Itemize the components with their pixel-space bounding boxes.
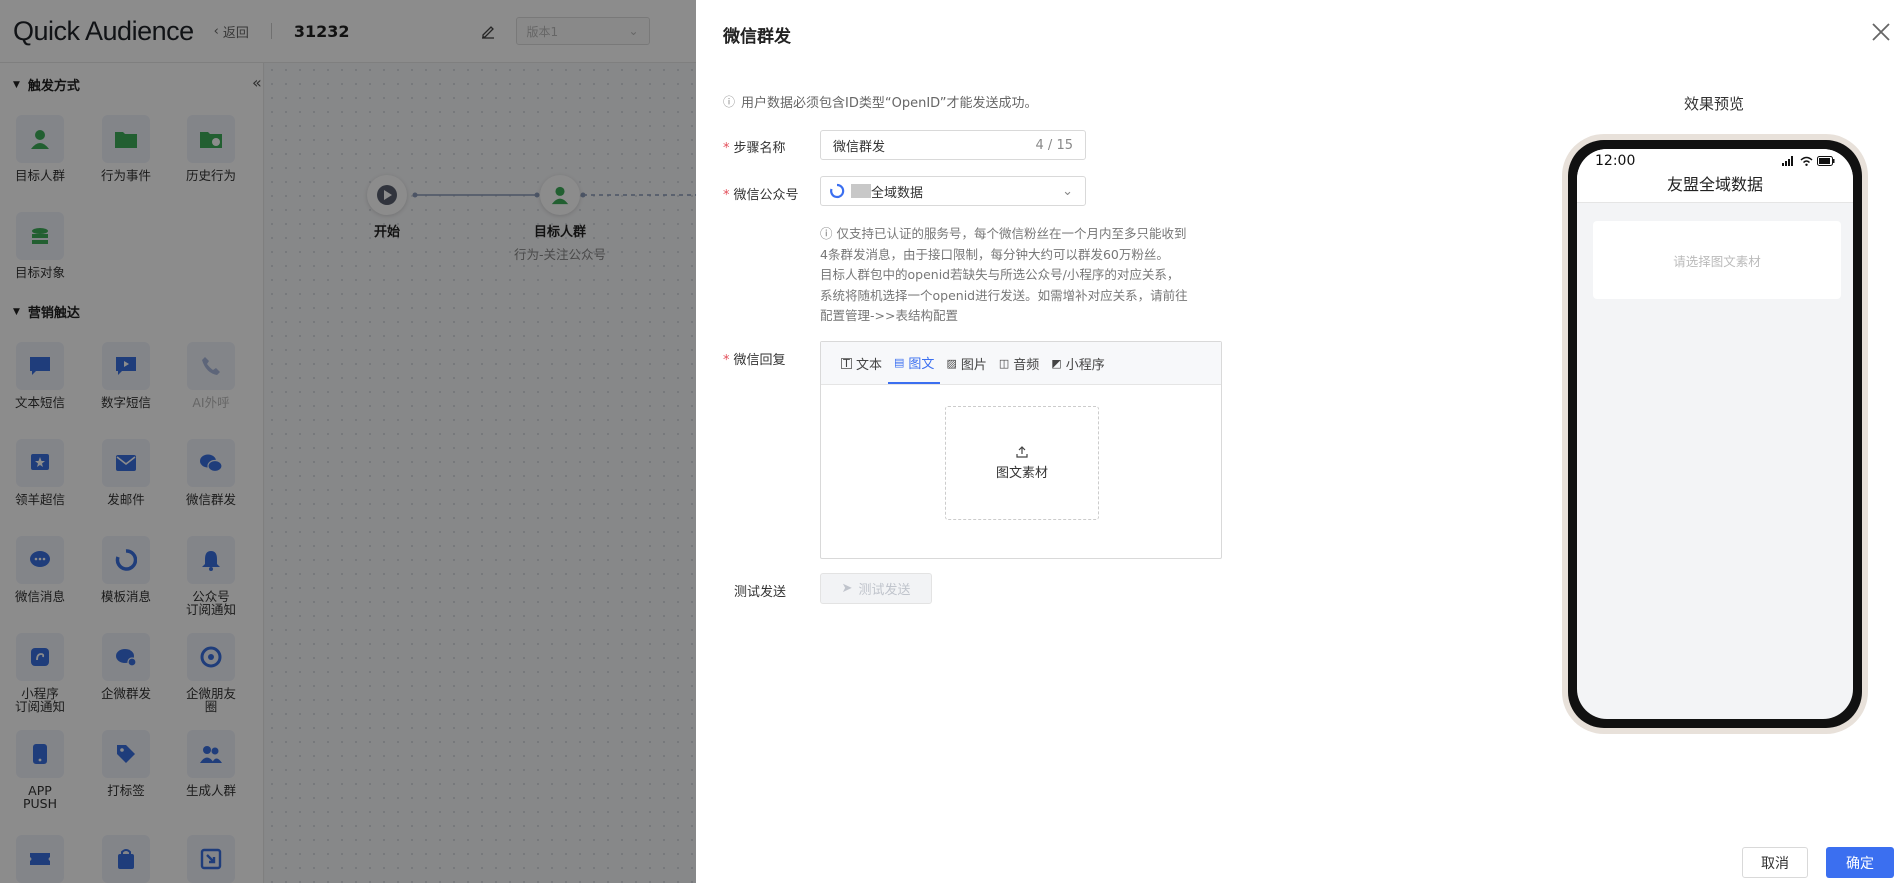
battery-icon	[1817, 156, 1835, 166]
step-name-input[interactable]: 微信群发 4 / 15	[820, 130, 1086, 160]
preview-empty-card: 请选择图文素材	[1593, 221, 1841, 299]
account-select[interactable]: 全域数据 ⌄	[820, 176, 1086, 206]
signal-icon	[1782, 156, 1793, 166]
chevron-down-icon: ⌄	[1062, 183, 1073, 199]
send-icon: ➤	[841, 581, 853, 596]
tab-miniprogram[interactable]: ◩ 小程序	[1045, 342, 1110, 384]
account-label: * 微信公众号	[723, 188, 799, 203]
cancel-button[interactable]: 取消	[1742, 847, 1808, 878]
step-name-label: * 步骤名称	[723, 141, 786, 156]
reply-tabs: T 文本 ▤ 图文 ▨ 图片 ◫ 音频 ◩ 小程序	[821, 342, 1221, 385]
text-icon: T	[841, 357, 852, 369]
account-description: ⓘ 仅支持已认证的服务号，每个微信粉丝在一个月内至多只能收到 4条群发消息，由于…	[820, 224, 1230, 327]
info-icon: ⓘ	[723, 95, 736, 109]
phone-preview: 12:00 友盟全域数据 请选择图文素材	[1562, 134, 1868, 734]
phone-chat-title: 友盟全域数据	[1577, 173, 1853, 203]
tab-image-text[interactable]: ▤ 图文	[888, 342, 941, 384]
account-value: 全域数据	[871, 185, 924, 201]
upload-label: 图文素材	[995, 465, 1048, 481]
phone-bezel: 12:00 友盟全域数据 请选择图文素材	[1568, 140, 1862, 728]
wifi-icon	[1800, 156, 1813, 166]
config-link[interactable]: 配置管理->>表结构配置	[820, 306, 1230, 327]
phone-screen: 12:00 友盟全域数据 请选择图文素材	[1577, 149, 1853, 719]
audio-icon: ◫	[998, 356, 1010, 370]
confirm-button[interactable]: 确定	[1826, 847, 1894, 878]
openid-hint: ⓘ 用户数据必须包含ID类型“OpenID”才能发送成功。	[723, 92, 1038, 111]
hint-text: 用户数据必须包含ID类型“OpenID”才能发送成功。	[741, 96, 1038, 111]
upload-icon	[1016, 445, 1028, 458]
phone-time: 12:00	[1595, 153, 1636, 169]
tab-image[interactable]: ▨ 图片	[940, 342, 992, 384]
masked-text	[851, 184, 871, 198]
miniprogram-icon: ◩	[1051, 356, 1062, 370]
test-send-button[interactable]: ➤ 测试发送	[820, 573, 932, 604]
account-logo-icon	[830, 183, 845, 199]
reply-label: * 微信回复	[723, 353, 786, 368]
char-counter: 4 / 15	[1035, 137, 1073, 153]
desc-line: ⓘ 仅支持已认证的服务号，每个微信粉丝在一个月内至多只能收到	[820, 226, 1187, 241]
step-name-value: 微信群发	[833, 139, 886, 155]
image-text-icon: ▤	[894, 355, 905, 369]
image-icon: ▨	[946, 356, 957, 370]
desc-line: 系统将随机选择一个openid进行发送。如需增补对应关系，请前往	[820, 287, 1188, 303]
tab-text[interactable]: T 文本	[835, 342, 888, 384]
upload-image-text-material[interactable]: 图文素材	[945, 406, 1099, 520]
test-send-label: 测试发送	[734, 585, 787, 600]
reply-editor: T 文本 ▤ 图文 ▨ 图片 ◫ 音频 ◩ 小程序 图文素材	[820, 341, 1222, 559]
preview-title: 效果预览	[1684, 95, 1745, 113]
desc-line: 目标人群包中的openid若缺失与所选公众号/小程序的对应关系，	[820, 267, 1180, 282]
drawer-title: 微信群发	[723, 27, 791, 47]
tab-audio[interactable]: ◫ 音频	[993, 342, 1045, 384]
desc-line: 4条群发消息，由于接口限制，每分钟大约可以群发60万粉丝。	[820, 246, 1169, 262]
status-bar: 12:00	[1577, 149, 1853, 173]
close-icon[interactable]	[1869, 20, 1893, 44]
wechat-broadcast-drawer: 微信群发 ⓘ 用户数据必须包含ID类型“OpenID”才能发送成功。 * 步骤名称…	[696, 0, 1903, 883]
status-icons	[1782, 156, 1835, 166]
